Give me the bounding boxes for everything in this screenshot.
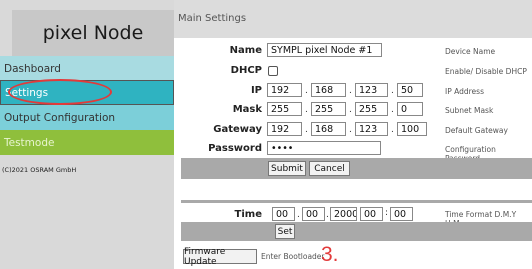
- brand-title: pixel Node: [12, 10, 174, 56]
- mask-separator: .: [305, 105, 308, 115]
- time-separator: .: [297, 210, 300, 220]
- gateway-octet-1[interactable]: [267, 122, 302, 136]
- mask-octet-3[interactable]: [355, 102, 388, 116]
- dhcp-label: DHCP: [230, 65, 262, 76]
- dhcp-checkbox[interactable]: [268, 66, 278, 76]
- form-actions-bar: [181, 158, 532, 179]
- sidebar: pixel Node Dashboard Settings Output Con…: [0, 0, 174, 269]
- gateway-separator: .: [305, 125, 308, 135]
- header: Main Settings: [174, 0, 532, 38]
- name-field[interactable]: [267, 43, 382, 57]
- time-separator: :: [385, 208, 389, 218]
- dhcp-hint: Enable/ Disable DHCP: [445, 67, 527, 76]
- annotation-step-number: 3.: [321, 243, 339, 266]
- sidebar-item-dashboard[interactable]: Dashboard: [0, 56, 174, 81]
- ip-separator: .: [391, 86, 394, 96]
- time-top-border: [181, 200, 532, 203]
- gateway-octet-4[interactable]: [397, 122, 427, 136]
- mask-hint: Subnet Mask: [445, 106, 494, 115]
- password-field[interactable]: [267, 141, 381, 155]
- mask-label: Mask: [232, 104, 262, 115]
- submit-button[interactable]: Submit: [268, 161, 306, 176]
- mask-separator: .: [391, 105, 394, 115]
- ip-octet-4[interactable]: [397, 83, 423, 97]
- copyright-text: (C)2021 OSRAM GmbH: [2, 166, 77, 174]
- time-actions-bar: [181, 222, 532, 241]
- gateway-label: Gateway: [213, 124, 262, 135]
- time-field-1[interactable]: [272, 207, 295, 221]
- time-field-2[interactable]: [302, 207, 325, 221]
- mask-octet-4[interactable]: [397, 102, 423, 116]
- gateway-octet-2[interactable]: [311, 122, 346, 136]
- ip-octet-1[interactable]: [267, 83, 302, 97]
- sidebar-item-testmode[interactable]: Testmode: [0, 130, 174, 155]
- ip-separator: .: [349, 86, 352, 96]
- mask-octet-2[interactable]: [311, 102, 346, 116]
- ip-hint: IP Address: [445, 87, 484, 96]
- gateway-separator: .: [391, 125, 394, 135]
- set-button[interactable]: Set: [275, 224, 295, 239]
- cancel-button[interactable]: Cancel: [309, 161, 350, 176]
- time-field-5[interactable]: [390, 207, 413, 221]
- ip-octet-2[interactable]: [311, 83, 346, 97]
- name-label: Name: [229, 45, 262, 56]
- ip-label: IP: [250, 85, 262, 96]
- gateway-hint: Default Gateway: [445, 126, 508, 135]
- mask-octet-1[interactable]: [267, 102, 302, 116]
- time-field-4[interactable]: [360, 207, 383, 221]
- gateway-separator: .: [349, 125, 352, 135]
- annotation-highlight-ellipse: [8, 79, 112, 105]
- enter-bootloader-hint: Enter Bootloader: [261, 252, 325, 261]
- firmware-update-button[interactable]: Firmware Update: [183, 247, 257, 267]
- time-separator: .: [326, 210, 329, 220]
- mask-separator: .: [349, 105, 352, 115]
- time-label: Time: [234, 209, 262, 220]
- name-hint: Device Name: [445, 47, 496, 56]
- time-field-3[interactable]: [330, 207, 357, 221]
- password-label: Password: [208, 143, 262, 154]
- gateway-octet-3[interactable]: [355, 122, 388, 136]
- ip-separator: .: [305, 86, 308, 96]
- page-title: Main Settings: [178, 13, 247, 24]
- ip-octet-3[interactable]: [355, 83, 388, 97]
- sidebar-item-output-configuration[interactable]: Output Configuration: [0, 105, 174, 130]
